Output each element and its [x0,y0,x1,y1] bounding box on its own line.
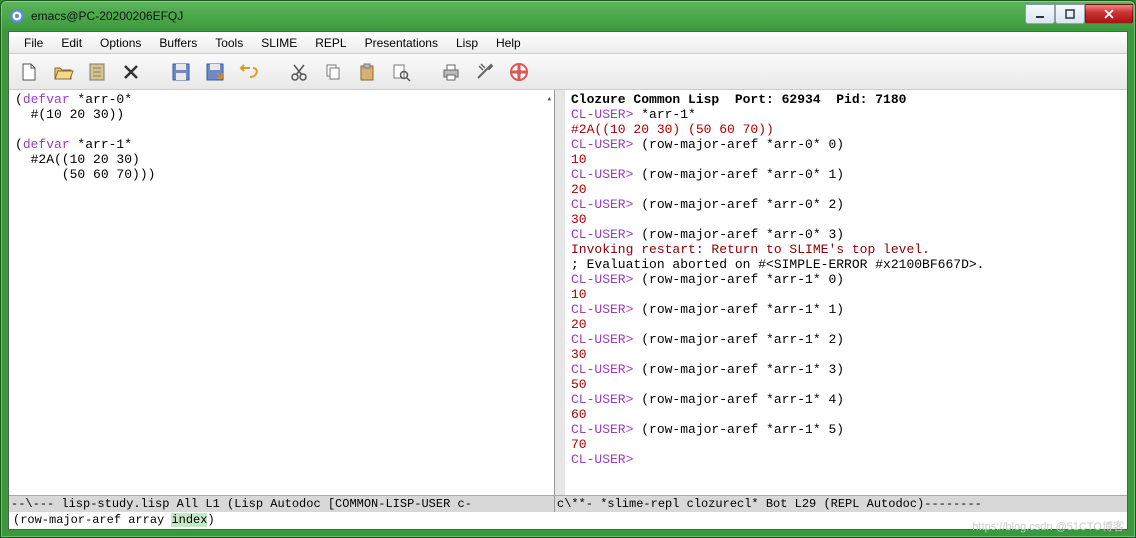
print-icon[interactable] [439,60,463,84]
echo-pre: (row-major-aref array [13,513,171,527]
toolbar [9,54,1127,90]
echo-post: ) [207,513,214,527]
titlebar[interactable]: emacs@PC-20200206EFQJ [1,1,1135,31]
modeline-row: --\--- lisp-study.lisp All L1 (Lisp Auto… [9,495,1127,512]
menu-lisp[interactable]: Lisp [447,34,487,52]
left-pane: (defvar *arr-0* #(10 20 30)) (defvar *ar… [9,90,555,495]
kill-buffer-icon[interactable] [119,60,143,84]
echo-highlight: index [171,513,207,527]
menu-bar: FileEditOptionsBuffersToolsSLIMEREPLPres… [9,32,1127,54]
repl-buffer[interactable]: Clozure Common Lisp Port: 62934 Pid: 718… [555,90,1127,495]
menu-tools[interactable]: Tools [206,34,252,52]
modeline-right[interactable]: c\**- *slime-repl clozurecl* Bot L29 (RE… [555,495,1127,512]
menu-buffers[interactable]: Buffers [150,34,206,52]
undo-icon[interactable] [237,60,261,84]
save-as-icon[interactable] [203,60,227,84]
watermark: https://blog.csdn @51CTO博客 [972,518,1124,534]
window-controls [1025,4,1133,24]
cut-icon[interactable] [287,60,311,84]
app-icon [9,8,25,24]
paste-icon[interactable] [355,60,379,84]
menu-file[interactable]: File [15,34,52,52]
menu-presentations[interactable]: Presentations [356,34,447,52]
open-file-icon[interactable] [51,60,75,84]
menu-help[interactable]: Help [487,34,530,52]
preferences-icon[interactable] [473,60,497,84]
modeline-left[interactable]: --\--- lisp-study.lisp All L1 (Lisp Auto… [9,495,555,512]
menu-repl[interactable]: REPL [306,34,355,52]
search-icon[interactable] [389,60,413,84]
minimize-button[interactable] [1025,4,1055,24]
dired-icon[interactable] [85,60,109,84]
window-title: emacs@PC-20200206EFQJ [31,9,1025,23]
echo-area: (row-major-aref array index) [9,512,1127,529]
new-file-icon[interactable] [17,60,41,84]
scroll-up-icon[interactable]: ▴ [547,92,552,107]
menu-edit[interactable]: Edit [52,34,91,52]
menu-slime[interactable]: SLIME [252,34,306,52]
help-icon[interactable] [507,60,531,84]
window-frame: emacs@PC-20200206EFQJ FileEditOptionsBuf… [0,0,1136,538]
close-button[interactable] [1085,4,1133,24]
client-area: FileEditOptionsBuffersToolsSLIMEREPLPres… [8,31,1128,530]
save-icon[interactable] [169,60,193,84]
menu-options[interactable]: Options [91,34,150,52]
copy-icon[interactable] [321,60,345,84]
maximize-button[interactable] [1055,4,1085,24]
right-pane: Clozure Common Lisp Port: 62934 Pid: 718… [555,90,1127,495]
editor-buffer[interactable]: (defvar *arr-0* #(10 20 30)) (defvar *ar… [9,90,554,495]
split-panes: (defvar *arr-0* #(10 20 30)) (defvar *ar… [9,90,1127,495]
